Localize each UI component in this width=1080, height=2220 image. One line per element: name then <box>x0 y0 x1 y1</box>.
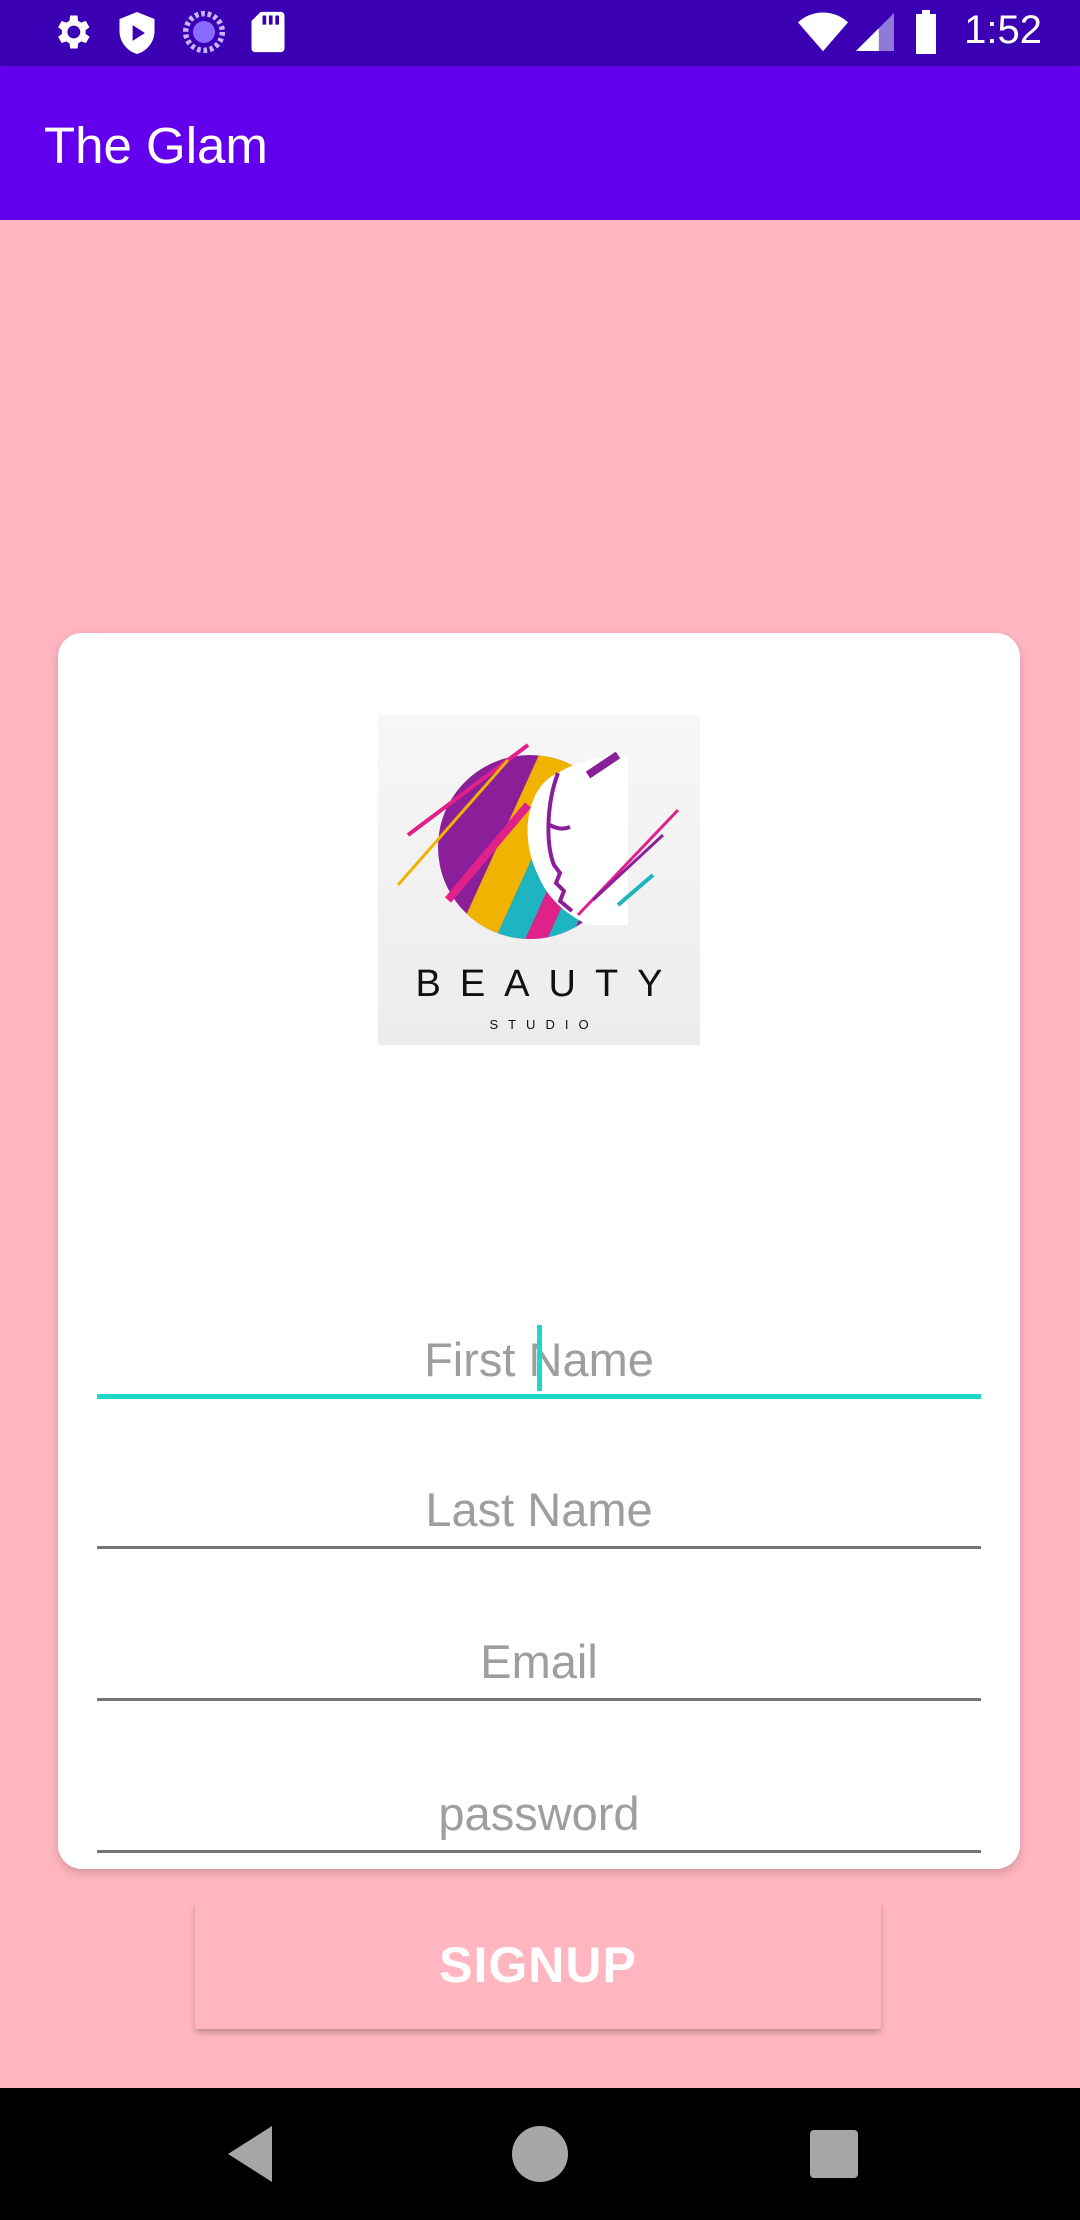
signal-icon <box>856 12 894 57</box>
content-area: BEAUTY STUDIO First Name Last Name Email… <box>0 220 1080 2088</box>
sd-card-icon <box>250 10 286 59</box>
beauty-studio-logo: BEAUTY STUDIO <box>378 715 700 1045</box>
wifi-icon <box>798 12 848 57</box>
battery-icon <box>914 10 938 59</box>
password-field[interactable]: password <box>97 1777 981 1853</box>
first-name-field[interactable]: First Name <box>97 1323 981 1399</box>
woman-profile-icon <box>396 743 680 939</box>
signup-card: BEAUTY STUDIO First Name Last Name Email… <box>58 633 1020 2029</box>
settings-icon <box>50 10 94 59</box>
email-placeholder: Email <box>480 1635 598 1688</box>
signup-button[interactable]: SIGNUP <box>195 1901 881 2029</box>
first-name-underline <box>97 1394 981 1399</box>
status-bar: 1:52 <box>0 0 1080 66</box>
text-cursor <box>537 1325 542 1391</box>
last-name-field[interactable]: Last Name <box>97 1473 981 1549</box>
last-name-underline <box>97 1546 981 1549</box>
back-icon[interactable] <box>220 2122 280 2191</box>
home-icon[interactable] <box>508 2122 572 2191</box>
loading-icon <box>182 10 226 59</box>
password-placeholder: password <box>438 1787 640 1840</box>
app-bar: The Glam <box>0 66 1080 220</box>
navigation-bar <box>0 2088 1080 2220</box>
last-name-placeholder: Last Name <box>425 1483 653 1536</box>
email-underline <box>97 1698 981 1701</box>
recents-icon[interactable] <box>806 2126 862 2187</box>
app-title: The Glam <box>44 117 268 174</box>
play-protect-icon <box>116 10 158 61</box>
logo-subword: STUDIO <box>489 1017 599 1032</box>
password-underline <box>97 1850 981 1853</box>
status-time: 1:52 <box>964 8 1042 52</box>
logo-word: BEAUTY <box>415 963 682 1005</box>
email-field[interactable]: Email <box>97 1625 981 1701</box>
